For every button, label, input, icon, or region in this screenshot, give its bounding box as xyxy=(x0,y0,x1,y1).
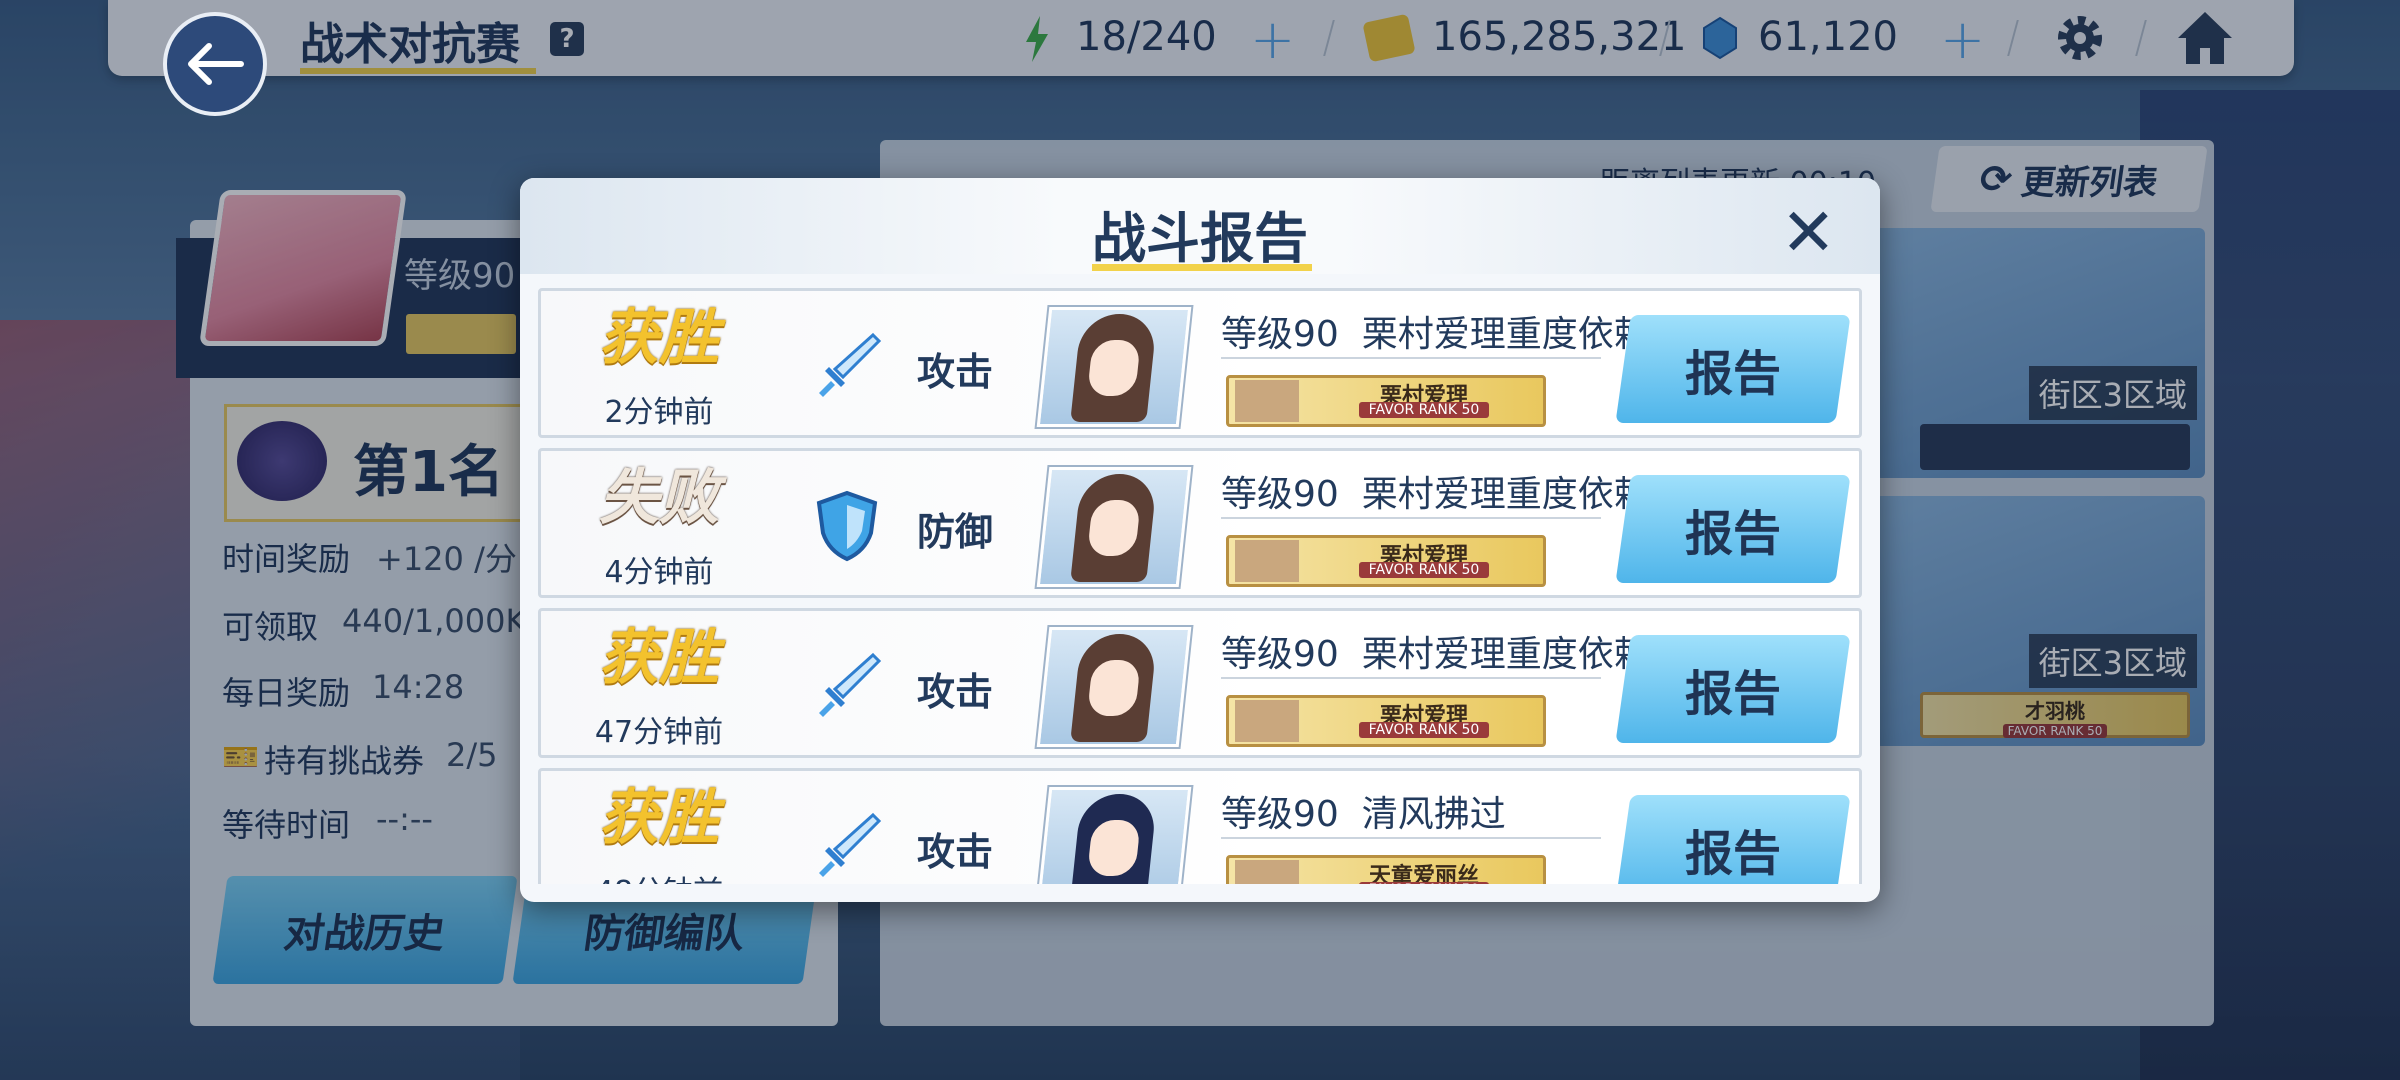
divider xyxy=(1221,357,1601,359)
divider xyxy=(1221,677,1601,679)
report-row: 获胜 2分钟前 攻击 等级90 栗村爱理重度依赖栗村爱理 FAVOR RANK 50 报告 xyxy=(538,288,1862,438)
sword-icon xyxy=(809,647,885,723)
report-row: 失败 4分钟前 防御 等级90 栗村爱理重度依赖栗村爱理 FAVOR RANK 50 报告 xyxy=(538,448,1862,598)
time-ago: 47分钟前 xyxy=(594,715,724,750)
favor-badge: 天童爱丽丝FAVOR RANK 50 xyxy=(1226,855,1546,884)
favor-rank: FAVOR RANK 50 xyxy=(1359,722,1489,738)
favor-badge: 栗村爱理 FAVOR RANK 50 xyxy=(1226,695,1546,747)
favor-rank: FAVOR RANK 50 xyxy=(1359,562,1489,578)
report-list[interactable]: 获胜 2分钟前 攻击 等级90 栗村爱理重度依赖 栗村爱理 FAVOR RANK 50 报告… xyxy=(538,288,1862,884)
divider xyxy=(1221,837,1601,839)
result-label: 获胜 xyxy=(599,783,719,853)
divider xyxy=(1221,517,1601,519)
result-label: 获胜 xyxy=(599,623,719,693)
back-arrow-icon xyxy=(188,43,244,85)
opponent-portrait xyxy=(1034,785,1194,884)
shield-icon xyxy=(809,487,885,563)
favor-student-name: 天童爱丽丝 xyxy=(1368,864,1479,884)
report-button[interactable]: 报告 xyxy=(1615,475,1851,583)
opponent-name: 等级90 清风拂过 xyxy=(1221,794,1506,835)
report-button[interactable]: 报告 xyxy=(1615,315,1851,423)
battle-report-modal: 战斗报告 ✕ 获胜 2分钟前 攻击 等级90 栗村爱理重度依赖 栗村爱理 FAVOR RA… xyxy=(520,178,1880,902)
battle-type-label: 攻击 xyxy=(917,350,994,394)
favor-rank: FAVOR RANK 50 xyxy=(1359,882,1489,884)
close-button[interactable]: ✕ xyxy=(1781,200,1836,266)
sword-icon xyxy=(809,807,885,883)
back-button[interactable] xyxy=(163,12,267,116)
title-underline xyxy=(1092,264,1312,271)
battle-type-label: 攻击 xyxy=(917,830,994,874)
opponent-name: 等级90 栗村爱理重度依赖 xyxy=(1221,314,1650,355)
opponent-name: 等级90 栗村爱理重度依赖 xyxy=(1221,634,1650,675)
opponent-portrait xyxy=(1034,305,1194,429)
modal-title: 战斗报告 xyxy=(1092,207,1308,270)
opponent-portrait xyxy=(1034,625,1194,749)
opponent-portrait xyxy=(1034,465,1194,589)
report-button[interactable]: 报告 xyxy=(1615,635,1851,743)
result-label: 失败 xyxy=(599,463,719,533)
favor-badge: 栗村爱理 FAVOR RANK 50 xyxy=(1226,535,1546,587)
battle-type-label: 防御 xyxy=(917,510,994,554)
time-ago: 2分钟前 xyxy=(604,395,714,430)
opponent-name: 等级90 栗村爱理重度依赖 xyxy=(1221,474,1650,515)
favor-badge: 栗村爱理 FAVOR RANK 50 xyxy=(1226,375,1546,427)
report-button[interactable]: 报告 xyxy=(1615,795,1851,884)
battle-type-label: 攻击 xyxy=(917,670,994,714)
time-ago: 4分钟前 xyxy=(604,555,714,590)
favor-rank: FAVOR RANK 50 xyxy=(1359,402,1489,418)
sword-icon xyxy=(809,327,885,403)
report-row: 获胜 48分钟前 攻击 等级90 清风拂过天童爱丽丝FAVOR RANK 50 报告 xyxy=(538,768,1862,884)
report-row: 获胜 47分钟前 攻击 等级90 栗村爱理重度依赖栗村爱理 FAVOR RANK 50 报… xyxy=(538,608,1862,758)
time-ago: 48分钟前 xyxy=(579,867,739,884)
close-icon: ✕ xyxy=(1780,194,1836,271)
result-label: 获胜 xyxy=(599,303,719,373)
